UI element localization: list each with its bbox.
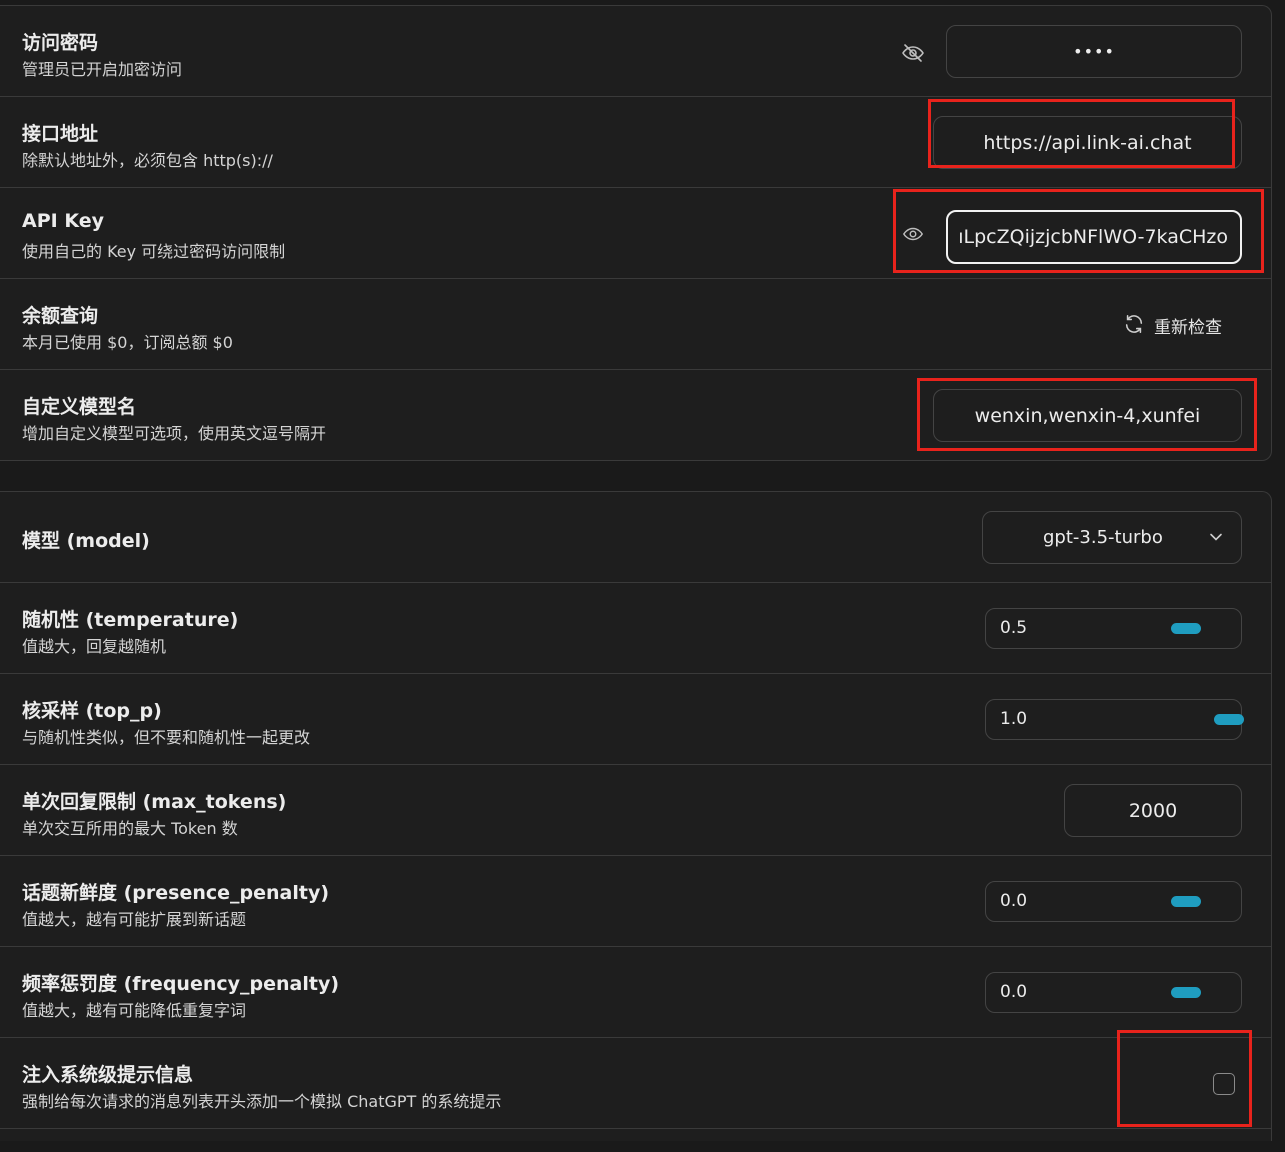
access-password-input[interactable]: •••• bbox=[946, 25, 1242, 78]
setting-row-api-key: API Key 使用自己的 Key 可绕过密码访问限制 ıLpcZQijzjcb… bbox=[0, 188, 1271, 279]
setting-title: 余额查询 bbox=[22, 305, 99, 327]
setting-subtitle: 值越大，越有可能扩展到新话题 bbox=[22, 910, 247, 929]
setting-subtitle: 管理员已开启加密访问 bbox=[22, 60, 183, 79]
setting-title: 随机性 (temperature) bbox=[22, 609, 239, 631]
setting-subtitle: 值越大，回复越随机 bbox=[22, 637, 167, 656]
setting-subtitle: 使用自己的 Key 可绕过密码访问限制 bbox=[22, 242, 286, 261]
slider-value: 1.0 bbox=[1000, 709, 1028, 729]
frequency-penalty-slider[interactable]: 0.0 bbox=[985, 972, 1242, 1013]
chevron-down-icon bbox=[1209, 530, 1223, 544]
setting-row-balance: 余额查询 本月已使用 $0，订阅总额 $0 重新检查 bbox=[0, 279, 1271, 370]
setting-row-top-p: 核采样 (top_p) 与随机性类似，但不要和随机性一起更改 1.0 bbox=[0, 674, 1271, 765]
endpoint-input[interactable]: https://api.link-ai.chat bbox=[933, 116, 1242, 169]
setting-title: 模型 (model) bbox=[22, 530, 150, 552]
presence-penalty-slider[interactable]: 0.0 bbox=[985, 881, 1242, 922]
setting-title: 频率惩罚度 (frequency_penalty) bbox=[22, 973, 340, 995]
setting-title: 单次回复限制 (max_tokens) bbox=[22, 791, 287, 813]
setting-row-access-password: 访问密码 管理员已开启加密访问 •••• bbox=[0, 6, 1271, 97]
slider-value: 0.0 bbox=[1000, 982, 1028, 1002]
refresh-icon[interactable] bbox=[1122, 312, 1146, 336]
settings-card-connection: 访问密码 管理员已开启加密访问 •••• 接口地址 除默认地址外，必须包含 ht… bbox=[0, 5, 1272, 461]
temperature-slider[interactable]: 0.5 bbox=[985, 608, 1242, 649]
setting-title: API Key bbox=[22, 210, 104, 232]
top-p-slider[interactable]: 1.0 bbox=[985, 699, 1244, 740]
setting-subtitle: 增加自定义模型可选项，使用英文逗号隔开 bbox=[22, 424, 327, 443]
max-tokens-input[interactable]: 2000 bbox=[1064, 784, 1242, 837]
recheck-button[interactable]: 重新检查 bbox=[1154, 313, 1222, 338]
eye-icon[interactable] bbox=[900, 221, 926, 247]
model-select[interactable]: gpt-3.5-turbo bbox=[982, 511, 1242, 564]
eye-off-icon[interactable] bbox=[900, 40, 926, 66]
setting-title: 接口地址 bbox=[22, 123, 99, 145]
setting-title: 核采样 (top_p) bbox=[22, 700, 162, 722]
setting-title: 话题新鲜度 (presence_penalty) bbox=[22, 882, 330, 904]
slider-value: 0.5 bbox=[1000, 618, 1028, 638]
setting-row-max-tokens: 单次回复限制 (max_tokens) 单次交互所用的最大 Token 数 20… bbox=[0, 765, 1271, 856]
setting-subtitle: 与随机性类似，但不要和随机性一起更改 bbox=[22, 728, 311, 747]
custom-models-input[interactable]: wenxin,wenxin-4,xunfei bbox=[933, 389, 1242, 442]
inject-system-checkbox[interactable] bbox=[1213, 1073, 1235, 1095]
slider-thumb[interactable] bbox=[1214, 714, 1244, 725]
slider-thumb[interactable] bbox=[1171, 896, 1201, 907]
setting-row-inject-system-prompt: 注入系统级提示信息 强制给每次请求的消息列表开头添加一个模拟 ChatGPT 的… bbox=[0, 1038, 1271, 1129]
slider-value: 0.0 bbox=[1000, 891, 1028, 911]
setting-row-presence-penalty: 话题新鲜度 (presence_penalty) 值越大，越有可能扩展到新话题 … bbox=[0, 856, 1271, 947]
setting-title: 访问密码 bbox=[22, 32, 99, 54]
slider-thumb[interactable] bbox=[1171, 987, 1201, 998]
slider-thumb[interactable] bbox=[1171, 623, 1201, 634]
setting-row-temperature: 随机性 (temperature) 值越大，回复越随机 0.5 bbox=[0, 583, 1271, 674]
setting-subtitle: 值越大，越有可能降低重复字词 bbox=[22, 1001, 247, 1020]
setting-title: 自定义模型名 bbox=[22, 396, 137, 418]
model-select-value: gpt-3.5-turbo bbox=[1043, 527, 1163, 548]
setting-subtitle: 本月已使用 $0，订阅总额 $0 bbox=[22, 333, 233, 352]
setting-subtitle: 除默认地址外，必须包含 http(s):// bbox=[22, 151, 273, 170]
setting-row-frequency-penalty: 频率惩罚度 (frequency_penalty) 值越大，越有可能降低重复字词… bbox=[0, 947, 1271, 1038]
setting-subtitle: 单次交互所用的最大 Token 数 bbox=[22, 819, 238, 838]
setting-title: 注入系统级提示信息 bbox=[22, 1064, 194, 1086]
api-key-value: ıLpcZQijzjcbNFlWO-7kaCHzo bbox=[958, 226, 1228, 248]
setting-row-model: 模型 (model) gpt-3.5-turbo bbox=[0, 492, 1271, 583]
settings-card-model: 模型 (model) gpt-3.5-turbo 随机性 (temperatur… bbox=[0, 491, 1272, 1141]
setting-row-endpoint: 接口地址 除默认地址外，必须包含 http(s):// https://api.… bbox=[0, 97, 1271, 188]
setting-row-custom-models: 自定义模型名 增加自定义模型可选项，使用英文逗号隔开 wenxin,wenxin… bbox=[0, 370, 1271, 461]
setting-subtitle: 强制给每次请求的消息列表开头添加一个模拟 ChatGPT 的系统提示 bbox=[22, 1092, 502, 1111]
api-key-input[interactable]: ıLpcZQijzjcbNFlWO-7kaCHzo bbox=[946, 210, 1242, 264]
